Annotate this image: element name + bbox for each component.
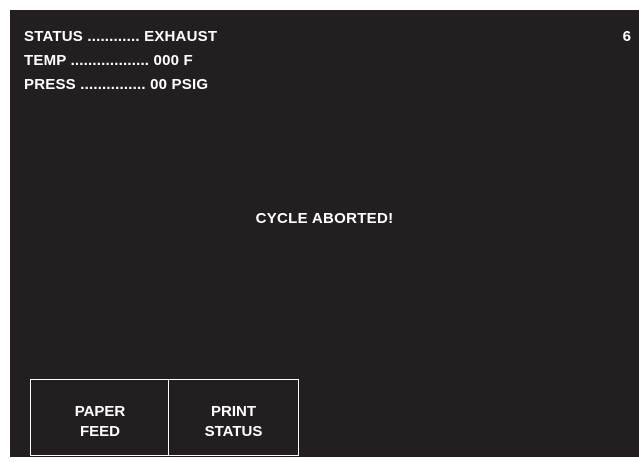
print-status-button[interactable]: PRINT STATUS [168,379,299,456]
cycle-aborted-message: CYCLE ABORTED! [255,210,394,227]
control-screen: STATUS ............ EXHAUST TEMP .......… [10,10,639,457]
screen-number: 6 [622,28,631,45]
print-status-label-line2: STATUS [204,422,263,440]
paper-feed-button[interactable]: PAPER FEED [30,379,170,456]
paper-feed-label-line2: FEED [79,422,120,440]
pressure-readout: PRESS ............... 00 PSIG [24,76,209,93]
print-status-label-line1: PRINT [211,402,256,420]
temperature-readout: TEMP .................. 000 F [24,52,193,69]
status-readout: STATUS ............ EXHAUST [24,28,218,45]
paper-feed-label-line1: PAPER [74,402,126,420]
